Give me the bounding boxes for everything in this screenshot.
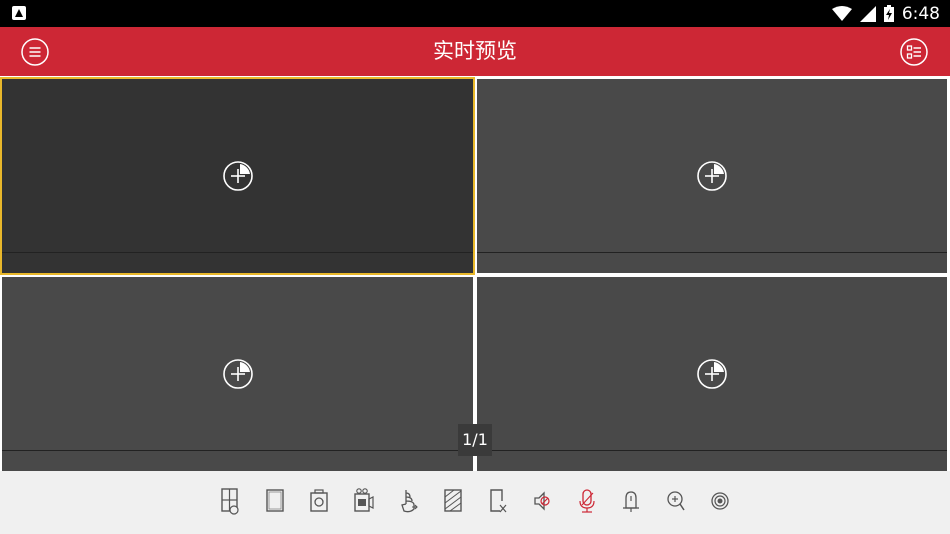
snapshot-button[interactable] [308, 487, 330, 515]
status-bar: 6:48 [0, 0, 950, 27]
window-layout-button[interactable] [219, 487, 241, 515]
ptz-button[interactable] [398, 487, 420, 515]
window-layout-icon [221, 488, 239, 515]
pane-info-bar [2, 450, 473, 451]
cellular-signal-icon [859, 5, 876, 22]
pane-info-bar [477, 450, 947, 451]
status-indicators: 6:48 [831, 0, 940, 27]
image-quality-button[interactable] [442, 487, 464, 515]
add-camera-icon[interactable] [696, 358, 728, 390]
fisheye-icon [711, 492, 729, 510]
pane-info-bar [2, 252, 473, 253]
device-list-icon [900, 38, 928, 66]
record-button[interactable] [353, 487, 375, 515]
stop-all-button[interactable] [487, 487, 509, 515]
status-time: 6:48 [901, 3, 940, 24]
record-icon [354, 488, 374, 512]
add-camera-icon[interactable] [696, 160, 728, 192]
menu-button[interactable] [20, 37, 50, 67]
fullscreen-button[interactable] [264, 487, 286, 515]
audio-icon [534, 491, 550, 511]
zoom-button[interactable] [665, 487, 687, 515]
alarm-button[interactable] [620, 487, 642, 515]
wifi-icon [831, 5, 852, 21]
device-list-button[interactable] [899, 37, 929, 67]
ptz-icon [401, 490, 418, 513]
video-pane-4[interactable] [477, 277, 947, 471]
video-pane-3[interactable] [2, 277, 473, 471]
pane-info-bar [477, 252, 947, 253]
preview-grid [0, 76, 950, 471]
menu-icon [21, 38, 49, 66]
fullscreen-icon [266, 489, 284, 512]
image-quality-icon [444, 489, 462, 512]
snapshot-icon [310, 489, 328, 512]
add-camera-icon[interactable] [222, 358, 254, 390]
zoom-icon [667, 491, 685, 511]
video-pane-1[interactable] [0, 77, 475, 275]
fisheye-button[interactable] [709, 487, 731, 515]
add-camera-icon[interactable] [222, 160, 254, 192]
battery-icon [883, 5, 894, 22]
video-pane-2[interactable] [477, 79, 947, 273]
stop-all-icon [490, 489, 507, 513]
alarm-icon [623, 491, 639, 512]
bottom-toolbar [0, 471, 950, 534]
audio-button[interactable] [531, 487, 553, 515]
talk-icon [579, 489, 595, 513]
app-header: 实时预览 [0, 27, 950, 76]
app-a-icon [12, 6, 26, 20]
page-title: 实时预览 [433, 39, 517, 63]
page-indicator: 1/1 [458, 424, 492, 456]
talk-button[interactable] [576, 487, 598, 515]
